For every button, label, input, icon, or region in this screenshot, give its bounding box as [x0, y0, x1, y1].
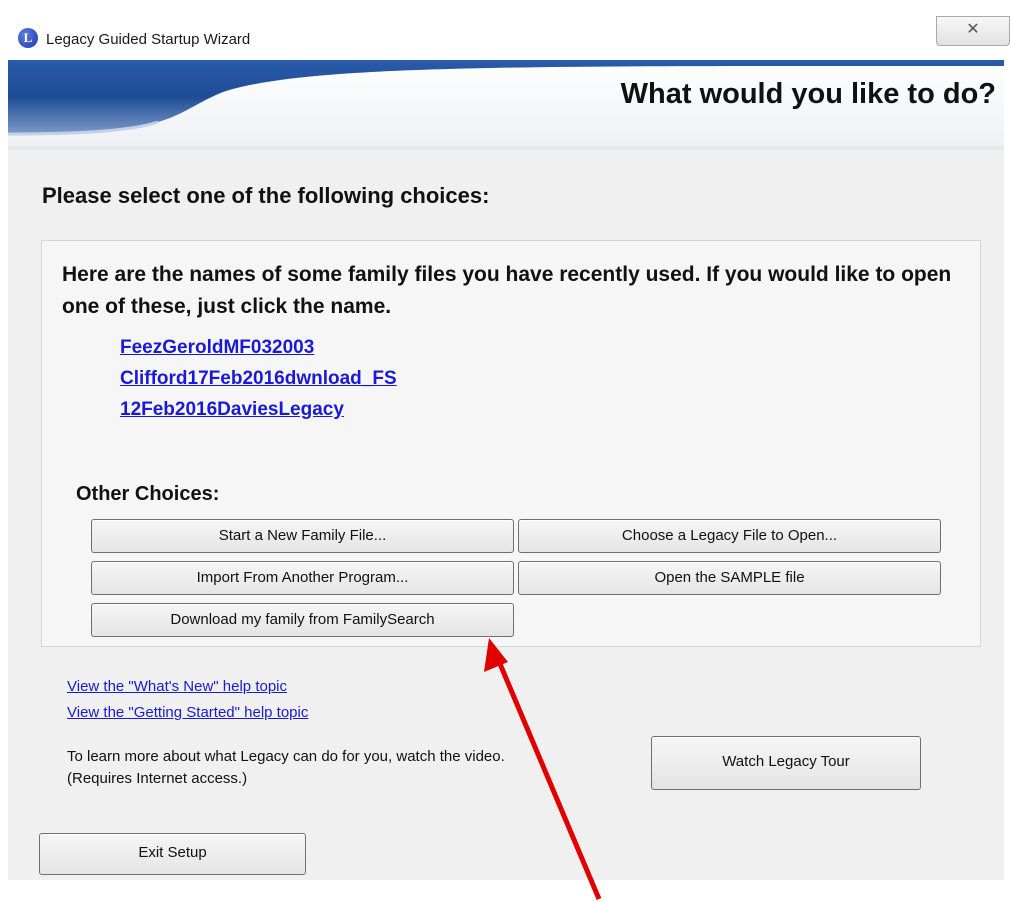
annotation-arrow — [484, 638, 602, 900]
